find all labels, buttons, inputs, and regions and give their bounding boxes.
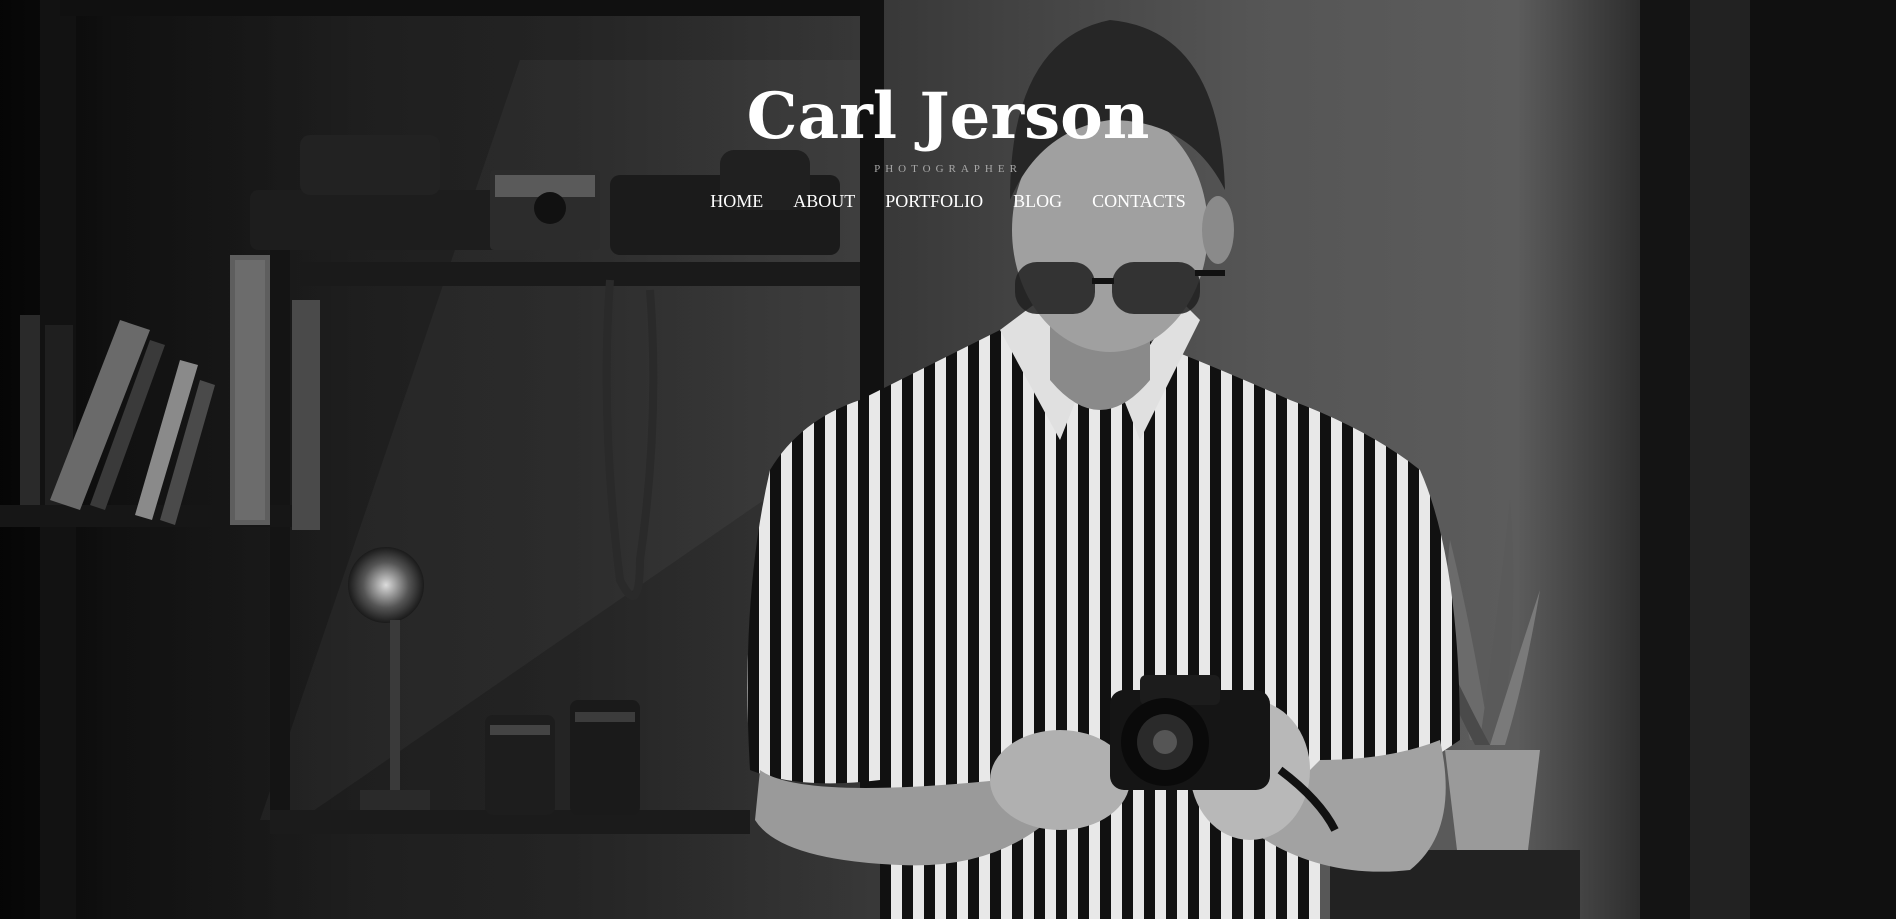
site-tagline: PHOTOGRAPHER [874, 163, 1022, 175]
hero-section: Carl Jerson PHOTOGRAPHER HOME ABOUT PORT… [0, 0, 1896, 919]
nav-item-blog[interactable]: BLOG [998, 189, 1077, 213]
site-title[interactable]: Carl Jerson [0, 76, 1896, 158]
nav-item-home[interactable]: HOME [695, 189, 778, 213]
nav-item-about[interactable]: ABOUT [778, 189, 870, 213]
nav-item-contacts[interactable]: CONTACTS [1077, 189, 1201, 213]
main-navigation: HOME ABOUT PORTFOLIO BLOG CONTACTS [0, 189, 1896, 213]
nav-item-portfolio[interactable]: PORTFOLIO [870, 189, 998, 213]
